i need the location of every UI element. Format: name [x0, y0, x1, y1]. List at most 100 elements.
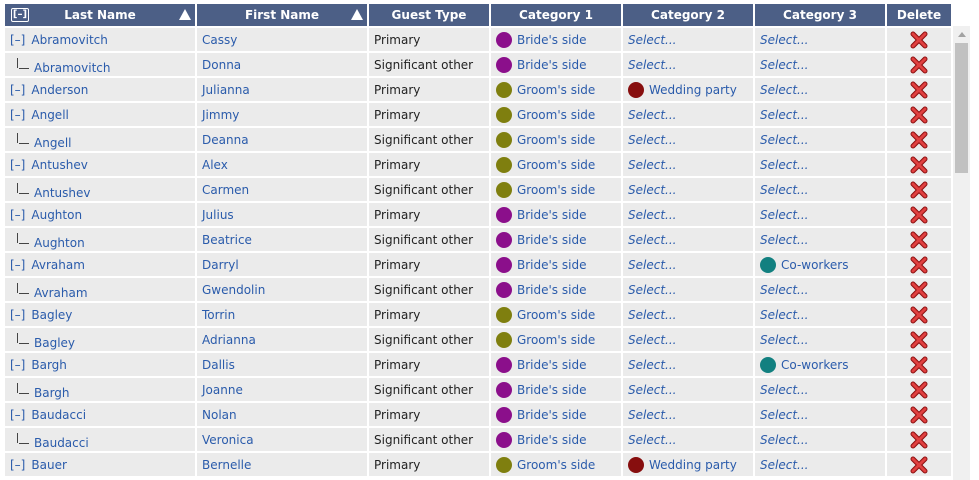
cell-category-2[interactable]: Select... — [623, 278, 753, 303]
delete-x-icon[interactable] — [910, 206, 928, 224]
cell-delete[interactable] — [887, 153, 951, 178]
category-value[interactable]: Bride's side — [517, 383, 586, 397]
last-name-link[interactable]: Baudacci — [31, 408, 86, 422]
cell-category-1[interactable]: Bride's side — [491, 378, 621, 403]
cell-last-name[interactable]: [–] Bauer — [5, 453, 195, 478]
cell-category-1[interactable]: Bride's side — [491, 228, 621, 253]
cell-category-3[interactable]: Select... — [755, 328, 885, 353]
cell-delete[interactable] — [887, 203, 951, 228]
cell-guest-type[interactable]: Primary — [369, 303, 489, 328]
cell-last-name[interactable]: Abramovitch — [5, 53, 195, 78]
cell-first-name[interactable]: Adrianna — [197, 328, 367, 353]
cell-guest-type[interactable]: Primary — [369, 153, 489, 178]
delete-x-icon[interactable] — [910, 81, 928, 99]
first-name-link[interactable]: Gwendolin — [202, 283, 265, 297]
cell-delete[interactable] — [887, 378, 951, 403]
column-header-category-2[interactable]: Category 2 — [623, 4, 753, 28]
last-name-link[interactable]: Bagley — [34, 336, 75, 350]
cell-category-2[interactable]: Select... — [623, 53, 753, 78]
delete-x-icon[interactable] — [910, 256, 928, 274]
cell-first-name[interactable]: Joanne — [197, 378, 367, 403]
cell-category-3[interactable]: Select... — [755, 53, 885, 78]
cell-category-2[interactable]: Select... — [623, 428, 753, 453]
delete-x-icon[interactable] — [910, 31, 928, 49]
cell-first-name[interactable]: Carmen — [197, 178, 367, 203]
category-value[interactable]: Groom's side — [517, 183, 595, 197]
category-value[interactable]: Groom's side — [517, 133, 595, 147]
delete-x-icon[interactable] — [910, 231, 928, 249]
collapse-toggle[interactable]: [–] — [10, 458, 25, 472]
category-select-placeholder[interactable]: Select... — [760, 458, 808, 472]
last-name-link[interactable]: Antushev — [31, 158, 87, 172]
category-select-placeholder[interactable]: Select... — [628, 233, 676, 247]
cell-guest-type[interactable]: Significant other — [369, 178, 489, 203]
cell-guest-type[interactable]: Significant other — [369, 228, 489, 253]
first-name-link[interactable]: Julianna — [202, 83, 250, 97]
category-value[interactable]: Groom's side — [517, 458, 595, 472]
cell-guest-type[interactable]: Primary — [369, 353, 489, 378]
cell-category-3[interactable]: Select... — [755, 228, 885, 253]
cell-category-1[interactable]: Groom's side — [491, 78, 621, 103]
last-name-link[interactable]: Aughton — [34, 236, 85, 250]
cell-guest-type[interactable]: Significant other — [369, 278, 489, 303]
first-name-link[interactable]: Deanna — [202, 133, 249, 147]
cell-category-1[interactable]: Bride's side — [491, 28, 621, 53]
cell-category-3[interactable]: Select... — [755, 278, 885, 303]
cell-category-3[interactable]: Select... — [755, 78, 885, 103]
category-select-placeholder[interactable]: Select... — [760, 158, 808, 172]
cell-category-3[interactable]: Select... — [755, 103, 885, 128]
cell-category-2[interactable]: Select... — [623, 153, 753, 178]
scrollbar-thumb[interactable] — [955, 43, 968, 173]
cell-delete[interactable] — [887, 228, 951, 253]
column-header-category-1[interactable]: Category 1 — [491, 4, 621, 28]
cell-last-name[interactable]: Antushev — [5, 178, 195, 203]
category-value[interactable]: Bride's side — [517, 208, 586, 222]
collapse-all-toggle[interactable]: [–] — [11, 8, 29, 22]
category-value[interactable]: Bride's side — [517, 283, 586, 297]
last-name-link[interactable]: Antushev — [34, 186, 90, 200]
cell-first-name[interactable]: Nolan — [197, 403, 367, 428]
first-name-link[interactable]: Torrin — [202, 308, 235, 322]
first-name-link[interactable]: Julius — [202, 208, 234, 222]
cell-category-1[interactable]: Groom's side — [491, 453, 621, 478]
cell-first-name[interactable]: Donna — [197, 53, 367, 78]
cell-first-name[interactable]: Dallis — [197, 353, 367, 378]
cell-delete[interactable] — [887, 353, 951, 378]
delete-x-icon[interactable] — [910, 106, 928, 124]
category-value[interactable]: Wedding party — [649, 83, 737, 97]
column-header-last-name[interactable]: [–] Last Name — [5, 4, 195, 28]
category-select-placeholder[interactable]: Select... — [628, 108, 676, 122]
cell-category-1[interactable]: Groom's side — [491, 103, 621, 128]
cell-category-3[interactable]: Select... — [755, 403, 885, 428]
delete-x-icon[interactable] — [910, 356, 928, 374]
cell-category-2[interactable]: Select... — [623, 378, 753, 403]
cell-guest-type[interactable]: Significant other — [369, 328, 489, 353]
cell-category-2[interactable]: Select... — [623, 403, 753, 428]
cell-category-2[interactable]: Select... — [623, 128, 753, 153]
cell-first-name[interactable]: Julianna — [197, 78, 367, 103]
cell-category-1[interactable]: Groom's side — [491, 303, 621, 328]
cell-category-2[interactable]: Select... — [623, 203, 753, 228]
category-select-placeholder[interactable]: Select... — [628, 183, 676, 197]
cell-guest-type[interactable]: Primary — [369, 78, 489, 103]
cell-delete[interactable] — [887, 403, 951, 428]
category-select-placeholder[interactable]: Select... — [760, 333, 808, 347]
category-value[interactable]: Bride's side — [517, 258, 586, 272]
cell-first-name[interactable]: Cassy — [197, 28, 367, 53]
cell-category-3[interactable]: Select... — [755, 128, 885, 153]
cell-first-name[interactable]: Veronica — [197, 428, 367, 453]
cell-category-3[interactable]: Select... — [755, 153, 885, 178]
cell-first-name[interactable]: Beatrice — [197, 228, 367, 253]
category-select-placeholder[interactable]: Select... — [628, 208, 676, 222]
category-value[interactable]: Bride's side — [517, 233, 586, 247]
last-name-link[interactable]: Bargh — [31, 358, 67, 372]
cell-guest-type[interactable]: Significant other — [369, 378, 489, 403]
category-select-placeholder[interactable]: Select... — [628, 283, 676, 297]
cell-last-name[interactable]: Angell — [5, 128, 195, 153]
category-select-placeholder[interactable]: Select... — [628, 308, 676, 322]
last-name-link[interactable]: Bauer — [31, 458, 67, 472]
cell-delete[interactable] — [887, 78, 951, 103]
first-name-link[interactable]: Darryl — [202, 258, 239, 272]
cell-delete[interactable] — [887, 53, 951, 78]
delete-x-icon[interactable] — [910, 181, 928, 199]
